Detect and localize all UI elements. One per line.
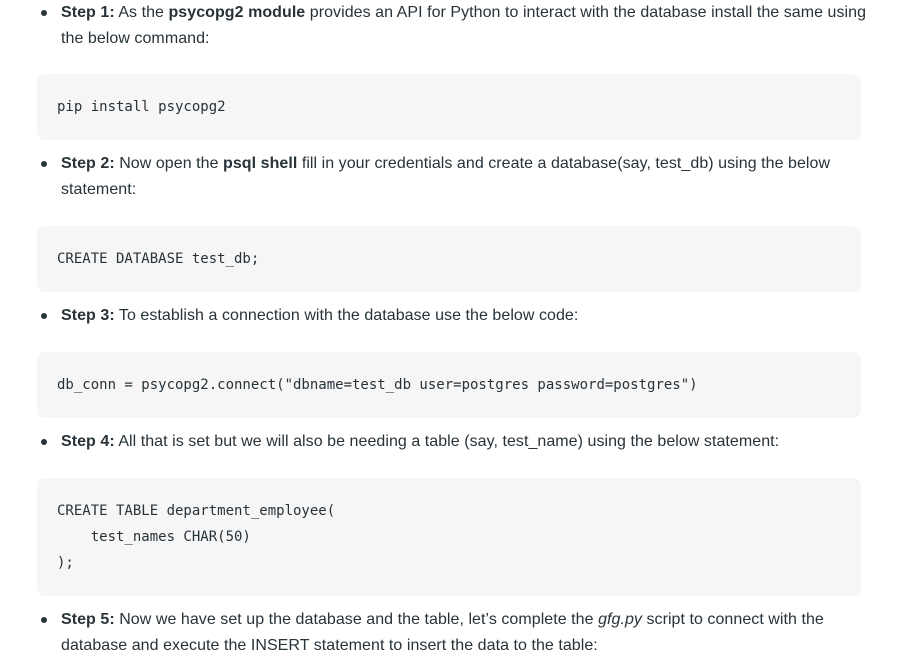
code-block-pip-install: pip install psycopg2 [37, 74, 861, 140]
code-line: CREATE DATABASE test_db; [57, 251, 260, 267]
bullet-icon [41, 313, 47, 319]
step-label: Step 3: [61, 307, 115, 324]
code-block-create-database: CREATE DATABASE test_db; [37, 226, 861, 292]
step-4-item: Step 4: All that is set but we will also… [41, 429, 871, 455]
code-line: ); [57, 555, 74, 571]
step-3-item: Step 3: To establish a connection with t… [41, 303, 871, 329]
code-line: CREATE TABLE department_employee( [57, 503, 336, 519]
step-emphasis: psycopg2 module [168, 4, 306, 21]
code-line: pip install psycopg2 [57, 99, 226, 115]
code-block-db-connect: db_conn = psycopg2.connect("dbname=test_… [37, 352, 861, 418]
step-text: To establish a connection with the datab… [114, 307, 579, 324]
code-line: test_names CHAR(50) [57, 529, 251, 545]
step-label: Step 4: [61, 433, 115, 450]
step-emphasis: psql shell [223, 155, 298, 172]
step-text: Now we have set up the database and the … [114, 611, 599, 628]
bullet-icon [41, 617, 47, 623]
step-label: Step 5: [61, 611, 115, 628]
bullet-icon [41, 10, 47, 16]
bullet-icon [41, 161, 47, 167]
step-label: Step 1: [61, 4, 115, 21]
step-text: As the [114, 4, 169, 21]
code-block-create-table: CREATE TABLE department_employee( test_n… [37, 478, 861, 596]
step-1-item: Step 1: As the psycopg2 module provides … [41, 0, 871, 52]
step-2-item: Step 2: Now open the psql shell fill in … [41, 151, 871, 203]
step-5-item: Step 5: Now we have set up the database … [41, 607, 871, 659]
step-text: Now open the [114, 155, 224, 172]
step-label: Step 2: [61, 155, 115, 172]
step-text: All that is set but we will also be need… [114, 433, 780, 450]
step-filename: gfg.py [598, 611, 642, 628]
code-line: db_conn = psycopg2.connect("dbname=test_… [57, 377, 698, 393]
bullet-icon [41, 439, 47, 445]
